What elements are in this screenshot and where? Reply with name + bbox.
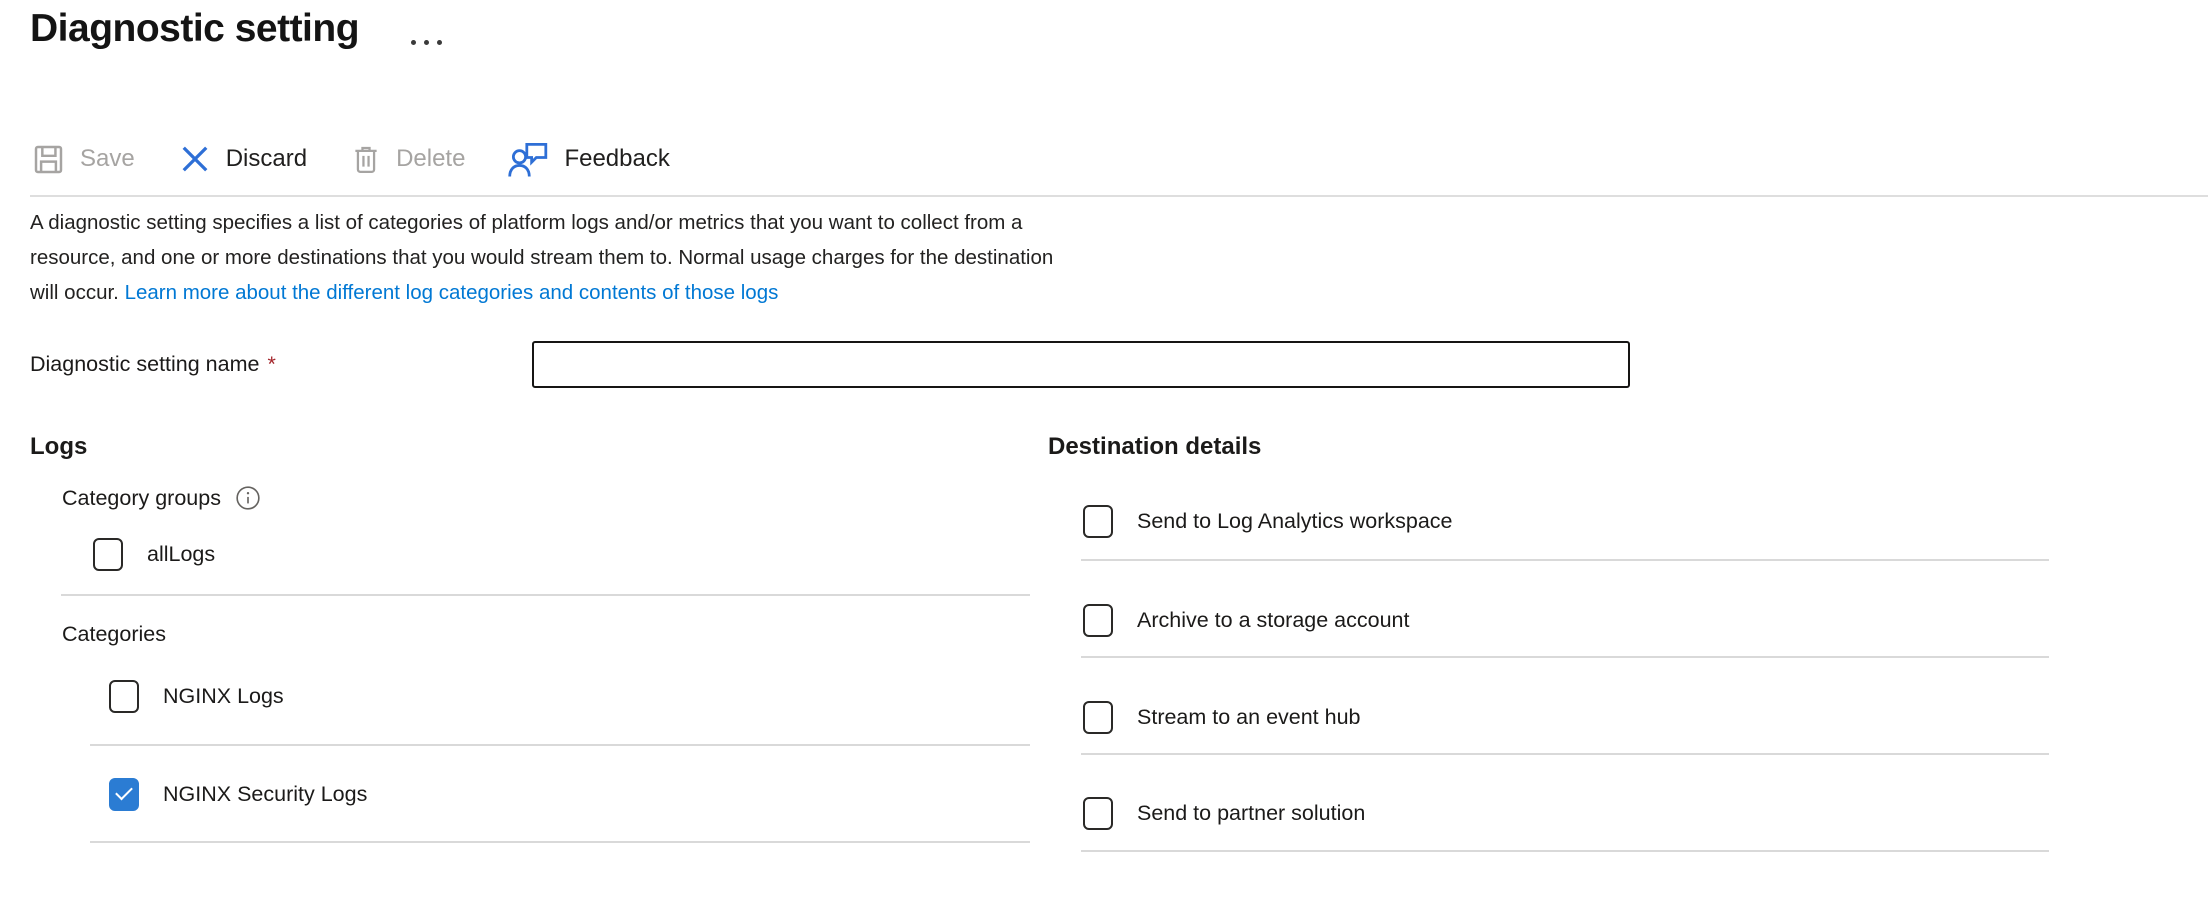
page-description: A diagnostic setting specifies a list of… [30,205,1070,310]
discard-label: Discard [226,145,307,173]
name-label-text: Diagnostic setting name [30,352,259,376]
ellipsis-icon [424,40,429,45]
category-groups-row: Category groups [62,484,1030,512]
logs-heading: Logs [30,432,1030,462]
category-groups-label: Category groups [62,486,221,511]
dismiss-x-icon [177,141,213,177]
nginx-logs-checkbox[interactable] [109,680,139,713]
alllogs-row: allLogs [93,538,1030,571]
learn-more-link[interactable]: Learn more about the different log categ… [125,281,779,304]
page-header: Diagnostic setting [30,4,442,54]
nginx-security-logs-label: NGINX Security Logs [163,782,367,807]
feedback-person-icon [507,140,551,178]
name-field-label: Diagnostic setting name * [30,352,532,377]
section-divider [90,744,1030,746]
feedback-button[interactable]: Feedback [507,140,669,178]
diagnostic-setting-name-input[interactable] [532,341,1630,388]
storage-account-checkbox[interactable] [1083,604,1113,637]
toolbar-divider [30,195,2208,197]
section-divider [1081,753,2049,755]
section-divider [61,594,1030,596]
event-hub-row: Stream to an event hub [1083,701,2050,734]
section-divider [1081,850,2049,852]
partner-solution-label: Send to partner solution [1137,801,1365,826]
ellipsis-icon [411,40,416,45]
logs-section: Logs Category groups allLogs Categories [30,418,1030,852]
more-options-button[interactable] [411,40,442,45]
delete-label: Delete [396,145,465,173]
categories-label: Categories [62,622,1030,650]
command-bar: Save Discard Delete [30,132,670,186]
alllogs-checkbox[interactable] [93,538,123,571]
save-button[interactable]: Save [30,141,135,178]
event-hub-label: Stream to an event hub [1137,705,1361,730]
log-analytics-checkbox[interactable] [1083,505,1113,538]
nginx-security-logs-checkbox[interactable] [109,778,139,811]
nginx-security-logs-row: NGINX Security Logs [109,778,1030,811]
page-title: Diagnostic setting [30,4,359,54]
storage-account-row: Archive to a storage account [1083,604,2050,637]
partner-solution-checkbox[interactable] [1083,797,1113,830]
discard-button[interactable]: Discard [177,141,307,177]
nginx-logs-label: NGINX Logs [163,684,284,709]
log-analytics-label: Send to Log Analytics workspace [1137,509,1453,534]
log-analytics-row: Send to Log Analytics workspace [1083,505,2050,538]
storage-account-label: Archive to a storage account [1137,608,1410,633]
nginx-logs-row: NGINX Logs [109,680,1030,713]
name-field-row: Diagnostic setting name * [30,341,1630,388]
save-label: Save [80,145,135,173]
trash-icon [349,142,383,176]
event-hub-checkbox[interactable] [1083,701,1113,734]
section-divider [90,841,1030,843]
destination-details-heading: Destination details [1048,432,2050,462]
delete-button[interactable]: Delete [349,142,465,176]
diagnostic-setting-page: Diagnostic setting Save [0,0,2208,908]
alllogs-label: allLogs [147,542,215,567]
partner-solution-row: Send to partner solution [1083,797,2050,830]
feedback-label: Feedback [564,145,669,173]
content-columns: Logs Category groups allLogs Categories [30,418,2050,852]
section-divider [1081,559,2049,561]
destination-details-section: Destination details Send to Log Analytic… [1048,418,2050,852]
save-icon [30,141,67,178]
required-asterisk: * [267,352,275,376]
info-icon[interactable] [235,485,261,511]
ellipsis-icon [437,40,442,45]
section-divider [1081,656,2049,658]
